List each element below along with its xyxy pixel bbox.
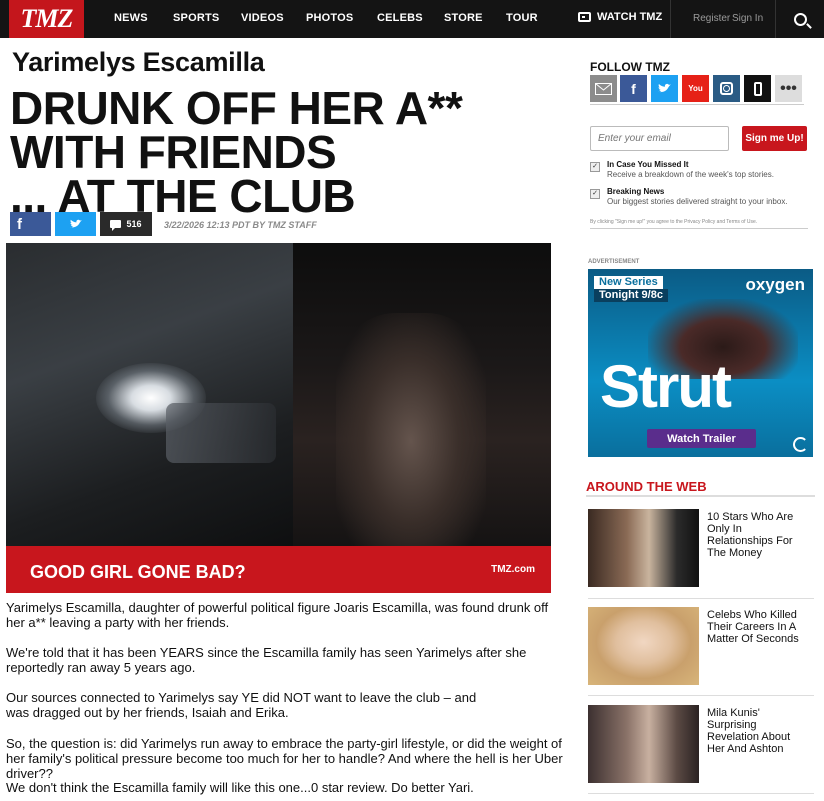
email-field[interactable] bbox=[590, 126, 729, 151]
photo-caption-bar: GOOD GIRL GONE BAD? TMZ.com bbox=[6, 546, 551, 593]
signup-divider bbox=[590, 228, 808, 229]
watch-tmz-label: WATCH TMZ bbox=[597, 11, 663, 23]
photo-brand: TMZ.com bbox=[491, 564, 535, 575]
refresh-icon[interactable] bbox=[793, 437, 808, 452]
article-paragraph-2: We're told that it has been YEARS since … bbox=[6, 645, 527, 675]
advertisement-banner[interactable]: New Series Tonight 9/8c oxygen Strut Wat… bbox=[588, 269, 813, 457]
nav-sports[interactable]: SPORTS bbox=[173, 12, 219, 24]
article-paragraph-5: We don't think the Escamilla family will… bbox=[6, 780, 474, 795]
nav-celebs[interactable]: CELEBS bbox=[377, 12, 423, 24]
around-separator bbox=[588, 598, 814, 599]
article-timestamp: 3/22/2026 12:13 PDT BY TMZ STAFF bbox=[164, 220, 317, 230]
headline-line-1: DRUNK OFF HER A** bbox=[10, 82, 463, 134]
youtube-icon[interactable]: You bbox=[682, 75, 709, 102]
search-icon bbox=[794, 12, 807, 26]
article-photo[interactable]: GOOD GIRL GONE BAD? TMZ.com bbox=[6, 243, 551, 593]
register-link[interactable]: Register bbox=[693, 13, 730, 24]
around-separator bbox=[588, 695, 814, 696]
around-the-web-divider bbox=[586, 495, 815, 497]
facebook-icon[interactable]: f bbox=[620, 75, 647, 102]
ad-watch-trailer-button[interactable]: Watch Trailer bbox=[647, 429, 756, 448]
nav-divider bbox=[670, 0, 671, 38]
nav-news[interactable]: NEWS bbox=[114, 12, 148, 24]
nav-videos[interactable]: VIDEOS bbox=[241, 12, 284, 24]
mobile-icon[interactable] bbox=[744, 75, 771, 102]
headline-line-2: WITH FRIENDS bbox=[10, 126, 337, 178]
photo-caption: GOOD GIRL GONE BAD? bbox=[30, 562, 246, 582]
twitter-share-button[interactable] bbox=[55, 212, 96, 236]
article-headline: DRUNK OFF HER A** WITH FRIENDS ... AT TH… bbox=[10, 82, 570, 219]
comment-count: 516 bbox=[126, 219, 142, 229]
comments-button[interactable]: 516 bbox=[100, 212, 152, 236]
checkbox-checked-icon[interactable]: ✓ bbox=[590, 162, 600, 172]
tv-icon bbox=[578, 12, 591, 22]
around-separator bbox=[588, 793, 814, 794]
around-item-title[interactable]: 10 Stars Who Are Only In Relationships F… bbox=[707, 511, 807, 559]
around-item-title[interactable]: Mila Kunis' Surprising Revelation About … bbox=[707, 707, 807, 755]
around-item-title[interactable]: Celebs Who Killed Their Careers In A Mat… bbox=[707, 609, 807, 645]
tmz-logo[interactable]: TMZ bbox=[9, 0, 84, 38]
nav-tour[interactable]: TOUR bbox=[506, 12, 538, 24]
option-desc: Our biggest stories delivered straight t… bbox=[607, 197, 788, 206]
checkbox-checked-icon[interactable]: ✓ bbox=[590, 189, 600, 199]
ad-title: Strut bbox=[600, 353, 732, 420]
photo-figure bbox=[336, 313, 486, 546]
camera-shape bbox=[166, 403, 276, 463]
newsletter-option-icymi[interactable]: ✓ In Case You Missed It Receive a breakdo… bbox=[590, 160, 808, 180]
twitter-icon bbox=[69, 219, 82, 228]
search-button[interactable] bbox=[775, 0, 824, 38]
comment-bubble-icon bbox=[110, 220, 122, 231]
email-icon[interactable] bbox=[590, 75, 617, 102]
ad-brand-logo: oxygen bbox=[745, 275, 805, 294]
fine-print: By clicking "Sign me up!" you agree to t… bbox=[590, 219, 758, 225]
around-item-thumbnail[interactable] bbox=[588, 705, 699, 783]
instagram-icon[interactable] bbox=[713, 75, 740, 102]
follow-title: FOLLOW TMZ bbox=[590, 60, 670, 74]
option-title: In Case You Missed It bbox=[607, 160, 689, 169]
twitter-icon[interactable] bbox=[651, 75, 678, 102]
around-the-web-title: AROUND THE WEB bbox=[586, 479, 707, 494]
article-subject: Yarimelys Escamilla bbox=[12, 47, 265, 77]
top-nav: TMZ NEWS SPORTS VIDEOS PHOTOS CELEBS STO… bbox=[0, 0, 824, 38]
follow-divider bbox=[590, 104, 804, 105]
option-title: Breaking News bbox=[607, 187, 665, 196]
advertisement-label: ADVERTISEMENT bbox=[588, 259, 640, 265]
nav-photos[interactable]: PHOTOS bbox=[306, 12, 353, 24]
more-icon[interactable]: ••• bbox=[775, 75, 802, 102]
nav-store[interactable]: STORE bbox=[444, 12, 483, 24]
article-paragraph-3: Our sources connected to Yarimelys say Y… bbox=[6, 690, 477, 720]
ad-series-label: New Series bbox=[594, 276, 663, 289]
newsletter-option-breaking[interactable]: ✓ Breaking News Our biggest stories deliv… bbox=[590, 187, 808, 207]
watch-tmz-link[interactable]: WATCH TMZ bbox=[578, 11, 662, 23]
around-item-thumbnail[interactable] bbox=[588, 509, 699, 587]
option-desc: Receive a breakdown of the week's top st… bbox=[607, 170, 774, 179]
around-item-thumbnail[interactable] bbox=[588, 607, 699, 685]
article-paragraph-4: So, the question is: did Yarimelys run a… bbox=[6, 736, 563, 781]
facebook-share-button[interactable]: f bbox=[10, 212, 51, 236]
article-paragraph-1: Yarimelys Escamilla, daughter of powerfu… bbox=[6, 600, 549, 630]
facebook-icon: f bbox=[17, 215, 22, 233]
signup-button[interactable]: Sign me Up! bbox=[742, 126, 807, 151]
sign-in-link[interactable]: Sign In bbox=[732, 13, 763, 24]
